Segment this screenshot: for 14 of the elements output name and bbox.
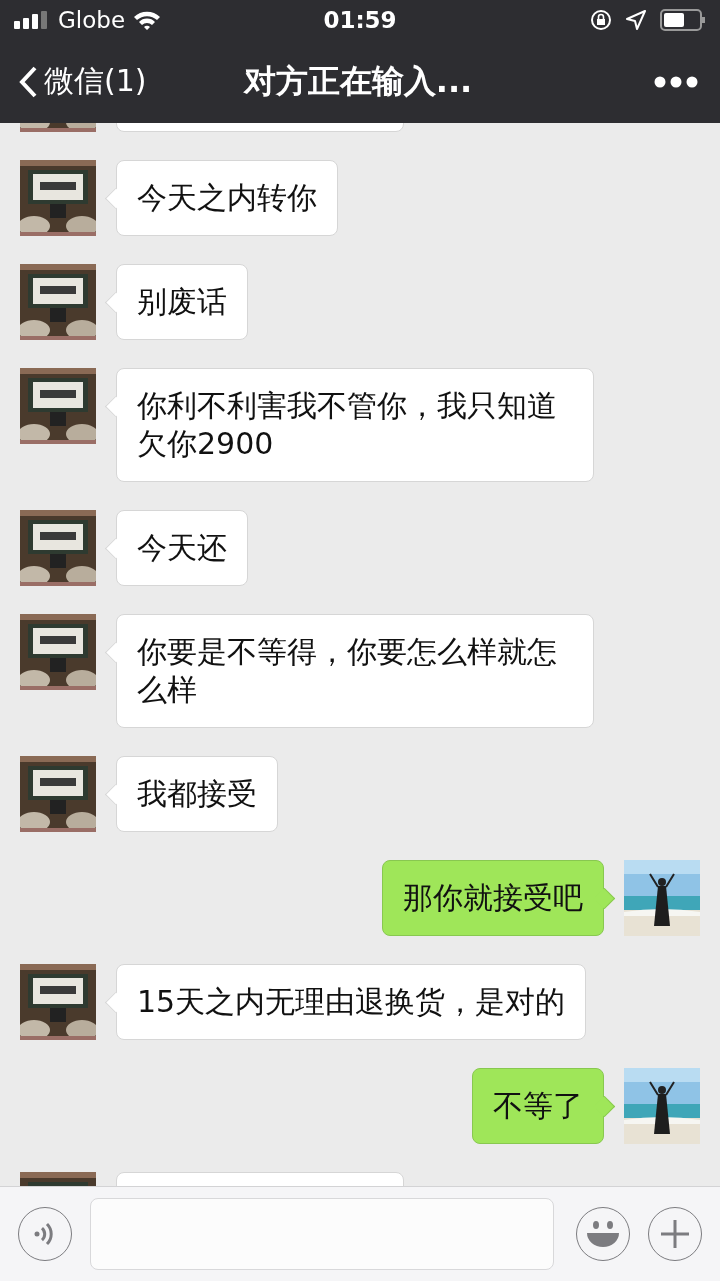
- wifi-icon: [133, 10, 162, 30]
- battery-icon: [660, 9, 706, 31]
- location-arrow-icon: [626, 10, 646, 30]
- more-icon[interactable]: [654, 75, 698, 88]
- message-input[interactable]: [90, 1198, 554, 1270]
- plus-icon: [660, 1219, 690, 1249]
- smiley-icon: [584, 1219, 622, 1249]
- carrier-name: Globe: [58, 7, 126, 33]
- chat-title: 对方正在输入...: [242, 60, 474, 102]
- back-chevron-icon: [18, 65, 38, 98]
- rotation-lock-icon: [590, 9, 612, 31]
- signal-icon: [14, 11, 50, 29]
- back-button[interactable]: 微信(1): [18, 61, 218, 102]
- status-time: 01:59: [323, 7, 397, 33]
